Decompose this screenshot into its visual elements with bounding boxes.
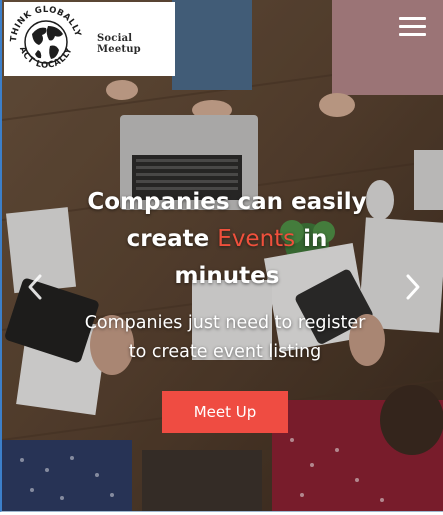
subtext-line-2: to create event listing <box>128 342 322 362</box>
hero-headline: Companies can easily create Events in mi… <box>42 184 412 295</box>
headline-line-3: minutes <box>174 263 280 289</box>
headline-line-2: create Events in <box>42 221 412 258</box>
brand-name: Social Meetup <box>97 33 141 55</box>
meet-up-button[interactable]: Meet Up <box>162 391 288 433</box>
subtext-line-1: Companies just need to register <box>84 313 366 333</box>
headline-line-1: Companies can easily <box>87 189 367 215</box>
headline-post: in <box>295 226 328 252</box>
page-frame: THINK GLOBALLY ACT LOCALLY Social Meetup… <box>0 0 443 512</box>
headline-accent: Events <box>217 226 296 252</box>
brand-logo[interactable]: THINK GLOBALLY ACT LOCALLY Social Meetup <box>4 2 175 76</box>
hero-subtext: Companies just need to register to creat… <box>42 309 408 367</box>
hamburger-menu-icon[interactable] <box>397 14 427 38</box>
globe-logo-icon: THINK GLOBALLY ACT LOCALLY <box>9 5 82 71</box>
headline-pre: create <box>126 226 218 252</box>
